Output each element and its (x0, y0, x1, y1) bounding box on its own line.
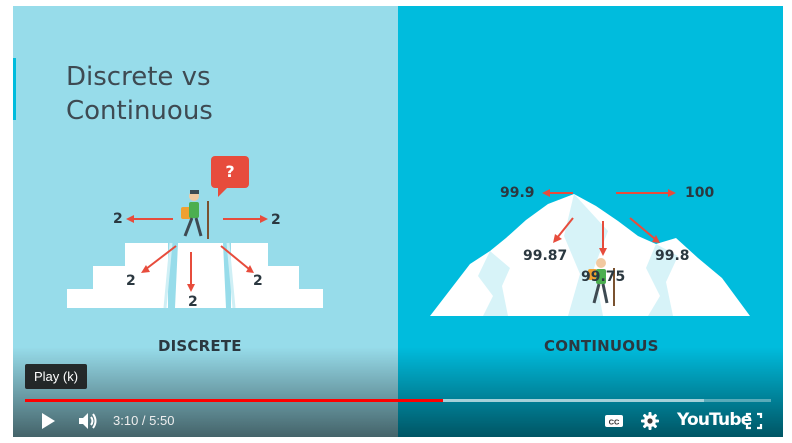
captions-icon: CC (605, 414, 623, 427)
current-time: 3:10 (113, 413, 139, 428)
volume-icon (79, 412, 97, 429)
play-button[interactable] (33, 404, 63, 437)
mute-button[interactable] (73, 404, 103, 437)
play-icon (42, 412, 55, 429)
stairs-center (175, 243, 226, 308)
time-separator: / (138, 413, 150, 428)
video-player[interactable]: Discrete vs Continuous ? 2 2 2 2 2 DISCR… (13, 6, 783, 437)
play-tooltip: Play (k) (25, 364, 88, 389)
gear-icon (641, 411, 659, 430)
question-mark: ? (225, 162, 235, 181)
continuous-label-center: 99.75 (581, 269, 626, 285)
time-display: 3:10 / 5:50 (113, 413, 174, 428)
progress-played (25, 399, 443, 402)
player-controls: 3:10 / 5:50 CC YouTube (13, 404, 783, 437)
discrete-label-left: 2 (113, 211, 123, 227)
duration: 5:50 (149, 413, 175, 428)
settings-button[interactable] (637, 404, 663, 437)
fullscreen-button[interactable] (741, 404, 767, 437)
discrete-label-right: 2 (271, 212, 281, 228)
svg-text:CC: CC (609, 417, 620, 426)
hiker-icon (181, 190, 209, 239)
stairs-left (67, 243, 168, 308)
captions-button[interactable]: CC (601, 404, 627, 437)
continuous-label-lower-left: 99.87 (523, 248, 568, 264)
discrete-label-lower-left: 2 (126, 273, 136, 289)
discrete-label-lower-right: 2 (253, 273, 263, 289)
progress-bar[interactable] (25, 399, 771, 402)
fullscreen-icon (745, 412, 763, 429)
discrete-label-bottom: 2 (188, 294, 198, 310)
stairs-right (231, 243, 323, 308)
continuous-label-left: 99.9 (500, 185, 535, 201)
continuous-label-right: 100 (685, 185, 715, 201)
continuous-label-lower-right: 99.8 (655, 248, 690, 264)
